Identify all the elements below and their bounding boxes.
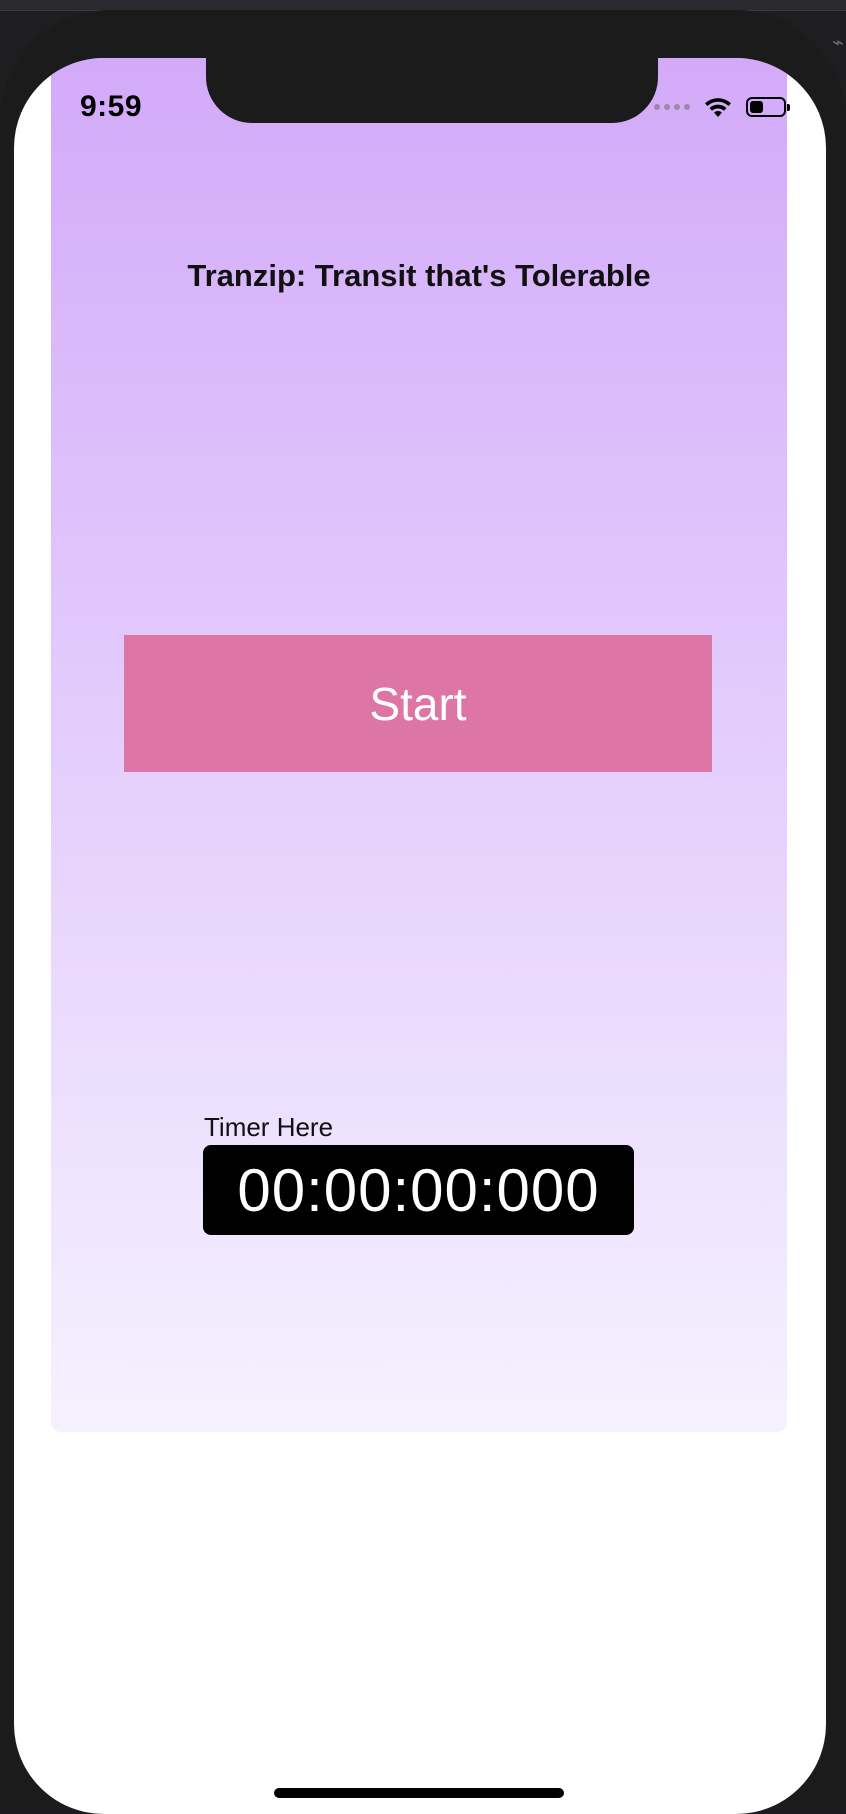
- battery-fill: [750, 101, 763, 113]
- phone-screen: 9:59 Tranzip: Transit that's Tolerable S…: [14, 58, 826, 1814]
- signal-dots-icon: [654, 104, 690, 110]
- battery-tip: [787, 104, 790, 111]
- timer-display: 00:00:00:000: [203, 1145, 634, 1235]
- start-button[interactable]: Start: [124, 635, 712, 772]
- edge-glyph: ⌁: [831, 30, 844, 54]
- battery-icon: [746, 97, 790, 117]
- phone-frame: 9:59 Tranzip: Transit that's Tolerable S…: [0, 10, 846, 1814]
- status-time: 9:59: [80, 90, 143, 123]
- status-icons: [654, 92, 790, 122]
- camera-notch: [206, 58, 658, 123]
- app-title: Tranzip: Transit that's Tolerable: [187, 258, 651, 293]
- wifi-icon: [705, 98, 731, 117]
- home-indicator[interactable]: [274, 1788, 564, 1798]
- timer-label: Timer Here: [204, 1112, 334, 1142]
